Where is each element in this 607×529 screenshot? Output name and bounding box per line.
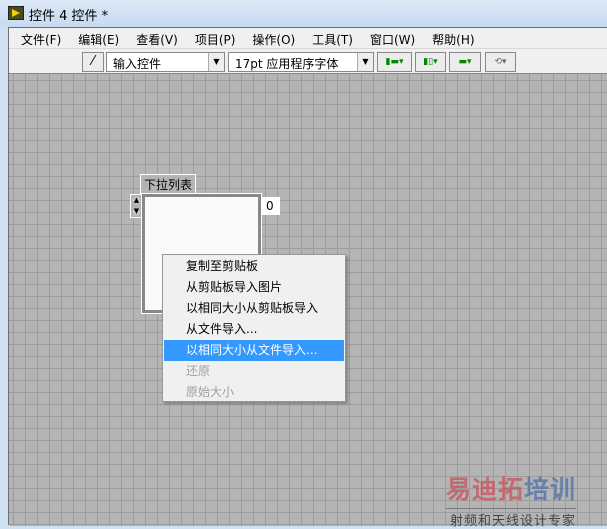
control-type-select[interactable]: 输入控件 ▼ xyxy=(106,52,225,72)
reorder-icon: ⟲▾ xyxy=(494,57,507,67)
menu-tools[interactable]: 工具(T) xyxy=(306,28,359,48)
font-select[interactable]: 17pt 应用程序字体 ▼ xyxy=(228,52,374,72)
align-objects-button[interactable]: ▮▬▾ xyxy=(377,52,412,72)
menu-file[interactable]: 文件(F) xyxy=(15,28,67,48)
labview-app-icon xyxy=(8,6,24,20)
menu-operate[interactable]: 操作(O) xyxy=(246,28,301,48)
menu-item-copy-to-clipboard[interactable]: 复制至剪贴板 xyxy=(164,256,344,277)
control-label[interactable]: 下拉列表 xyxy=(140,174,197,195)
control-type-value: 输入控件 xyxy=(113,57,162,71)
context-menu: 复制至剪贴板 从剪贴板导入图片 以相同大小从剪贴板导入 从文件导入... 以相同… xyxy=(162,254,346,402)
distribute-objects-button[interactable]: ▮▯▾ xyxy=(415,52,446,72)
menu-item-import-file-same-size[interactable]: 以相同大小从文件导入... xyxy=(164,340,344,361)
chevron-down-icon: ▼ xyxy=(208,53,224,71)
window-title: 控件 4 控件 * xyxy=(29,9,109,24)
menu-item-import-from-file[interactable]: 从文件导入... xyxy=(164,319,344,340)
menu-item-original-size: 原始大小 xyxy=(186,385,235,399)
leaf-icon: ⁄ xyxy=(91,54,95,69)
toolbar: ⁄ 输入控件 ▼ 17pt 应用程序字体 ▼ ▮▬▾ ▮▯▾ ▬▾ ⟲▾ xyxy=(9,49,607,74)
index-display[interactable]: 0 xyxy=(262,197,280,215)
front-panel-canvas[interactable]: 下拉列表 ▲ ▼ 0 复制至剪贴板 从剪贴板导入图片 以相同大小从剪贴板导入 从… xyxy=(9,74,607,526)
menu-item-import-clipboard-same-size[interactable]: 以相同大小从剪贴板导入 xyxy=(164,298,344,319)
resize-objects-button[interactable]: ▬▾ xyxy=(449,52,481,72)
menu-project[interactable]: 项目(P) xyxy=(189,28,242,48)
menu-view[interactable]: 查看(V) xyxy=(130,28,184,48)
align-icon: ▮▬▾ xyxy=(385,57,404,67)
distribute-icon: ▮▯▾ xyxy=(423,57,438,67)
resize-icon: ▬▾ xyxy=(458,57,472,67)
menu-item-import-from-clipboard[interactable]: 从剪贴板导入图片 xyxy=(164,277,344,298)
menu-help[interactable]: 帮助(H) xyxy=(426,28,480,48)
title-bar: 控件 4 控件 * xyxy=(0,0,607,27)
menu-edit[interactable]: 编辑(E) xyxy=(72,28,125,48)
customize-tool-button[interactable]: ⁄ xyxy=(82,52,104,72)
watermark: 易迪拓培训 射频和天线设计专家 xyxy=(446,470,577,529)
reorder-button[interactable]: ⟲▾ xyxy=(485,52,516,72)
menu-window[interactable]: 窗口(W) xyxy=(364,28,421,48)
menu-item-revert: 还原 xyxy=(186,364,211,378)
window-frame: 文件(F) 编辑(E) 查看(V) 项目(P) 操作(O) 工具(T) 窗口(W… xyxy=(8,27,607,526)
chevron-down-icon: ▼ xyxy=(357,53,373,71)
watermark-brand: 易迪拓培训 xyxy=(446,475,577,504)
font-value: 17pt 应用程序字体 xyxy=(235,57,339,71)
watermark-tagline: 射频和天线设计专家 xyxy=(446,508,577,529)
menu-bar: 文件(F) 编辑(E) 查看(V) 项目(P) 操作(O) 工具(T) 窗口(W… xyxy=(9,28,607,49)
